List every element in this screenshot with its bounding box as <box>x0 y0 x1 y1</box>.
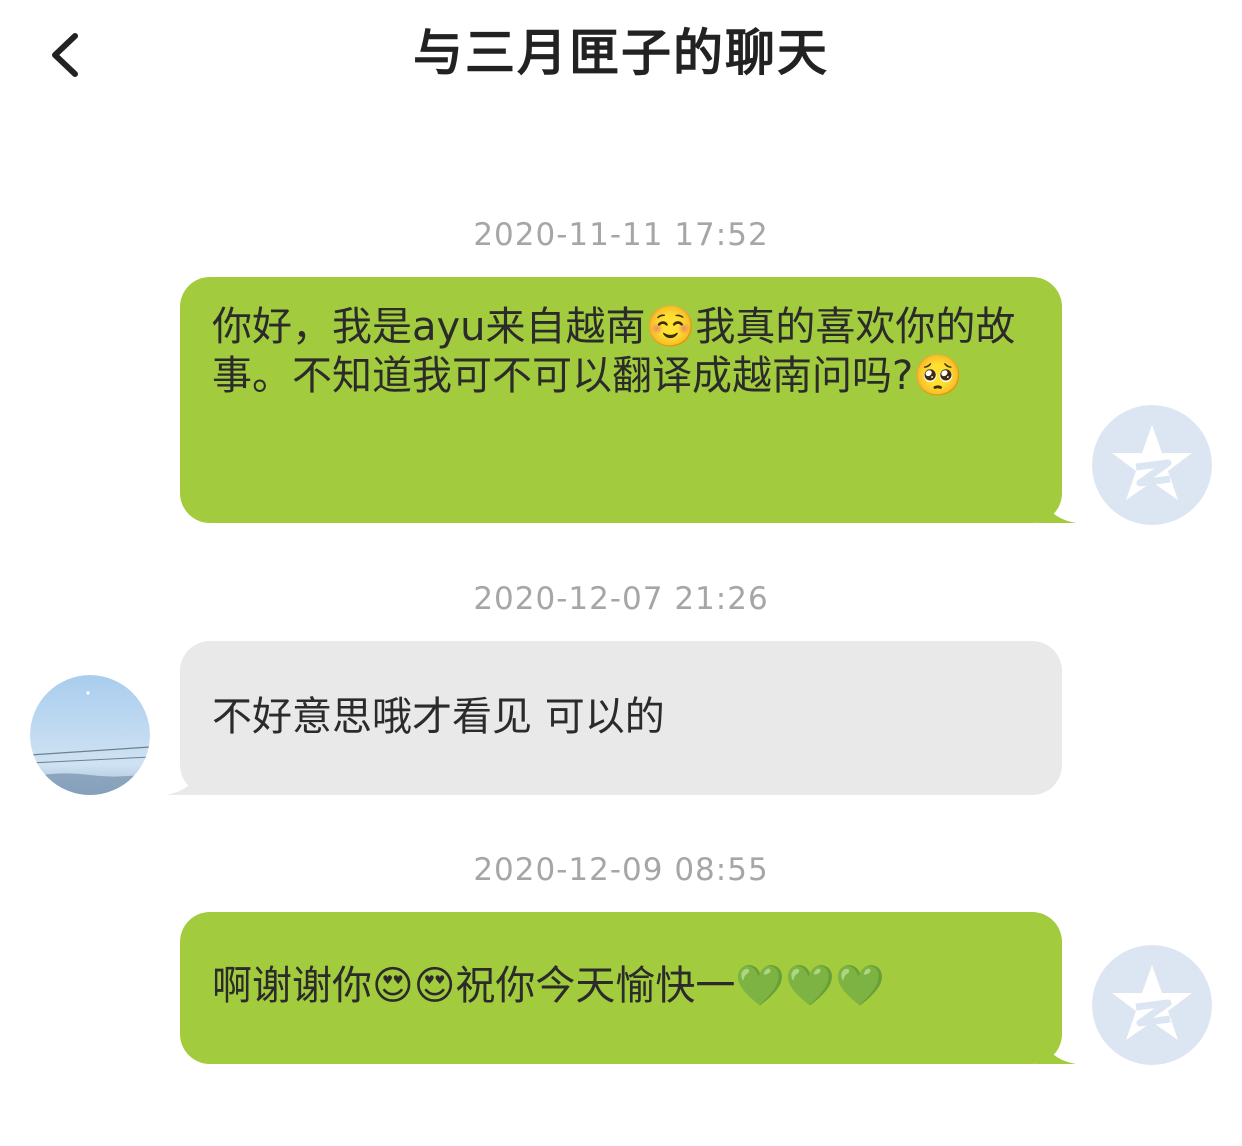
self-avatar[interactable] <box>1092 405 1212 525</box>
page-title: 与三月匣子的聊天 <box>413 24 829 82</box>
bubble-tail <box>1036 483 1076 523</box>
bubble-tail <box>1036 1024 1076 1064</box>
received-message-bubble[interactable]: 不好意思哦才看见 可以的 <box>166 641 1062 795</box>
bubble-tail <box>166 755 206 795</box>
header-bar: 与三月匣子的聊天 <box>0 0 1242 110</box>
message-text: 你好，我是ayu来自越南☺️我真的喜欢你的故事。不知道我可不可以翻译成越南问吗?… <box>212 304 1016 399</box>
qzone-star-icon <box>1092 945 1212 1065</box>
message-timestamp: 2020-12-07 21:26 <box>473 581 769 617</box>
message-text: 啊谢谢你😍😍祝你今天愉快一💚💚💚 <box>212 963 885 1009</box>
message-text: 不好意思哦才看见 可以的 <box>212 694 665 740</box>
sky-photo-avatar <box>30 675 150 795</box>
sent-message-bubble[interactable]: 啊谢谢你😍😍祝你今天愉快一💚💚💚 <box>180 912 1076 1064</box>
sent-message-bubble[interactable]: 你好，我是ayu来自越南☺️我真的喜欢你的故事。不知道我可不可以翻译成越南问吗?… <box>180 277 1076 523</box>
qzone-star-icon <box>1092 405 1212 525</box>
self-avatar[interactable] <box>1092 945 1212 1065</box>
message-timestamp: 2020-11-11 17:52 <box>473 217 769 253</box>
contact-avatar[interactable] <box>30 675 150 795</box>
message-timestamp: 2020-12-09 08:55 <box>473 852 769 888</box>
